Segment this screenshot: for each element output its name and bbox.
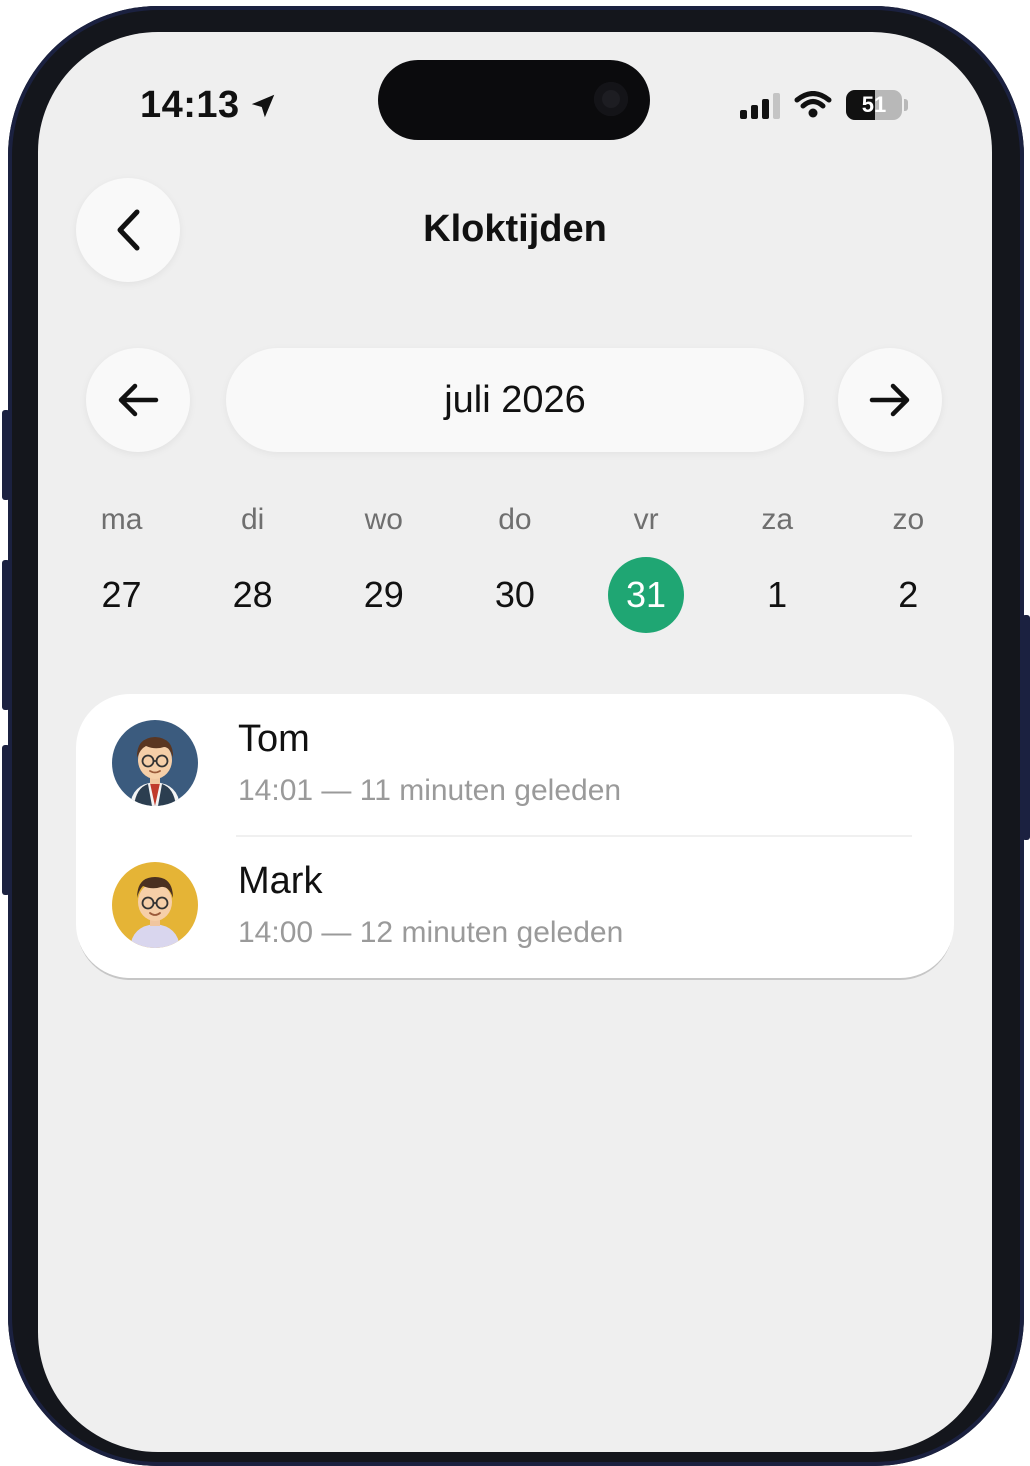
day-number[interactable]: 28 (215, 557, 291, 633)
app-screen: 14:13 51 Kloktijden juli 2026 ma 27 di 2… (38, 32, 992, 1452)
battery-icon: 51 (846, 90, 902, 120)
wifi-icon (794, 91, 832, 118)
phone-side-button (2, 410, 10, 500)
list-item[interactable]: Mark 14:00 — 12 minuten geleden (76, 836, 954, 978)
day-column[interactable]: di 28 (187, 498, 318, 633)
battery-nub (904, 99, 908, 111)
day-number[interactable]: 1 (739, 557, 815, 633)
next-month-button[interactable] (838, 348, 942, 452)
list-item[interactable]: Tom 14:01 — 11 minuten geleden (76, 694, 954, 837)
day-column[interactable]: zo 2 (843, 498, 974, 633)
battery-percentage: 51 (861, 92, 887, 117)
day-number[interactable]: 2 (870, 557, 946, 633)
month-selector[interactable]: juli 2026 (226, 348, 804, 452)
day-column[interactable]: vr 31 (581, 498, 712, 633)
day-name: do (498, 503, 532, 536)
camera-icon (594, 82, 628, 116)
location-arrow-icon (251, 94, 274, 117)
day-column[interactable]: ma 27 (56, 498, 187, 633)
phone-side-button (2, 560, 10, 710)
status-time-text: 14:13 (140, 84, 240, 126)
cellular-signal-icon (740, 91, 780, 119)
day-name: wo (364, 503, 403, 536)
arrow-left-icon (118, 383, 159, 417)
arrow-right-icon (869, 383, 910, 417)
day-name: zo (892, 503, 925, 536)
clock-time-detail: 14:01 — 11 minuten geleden (238, 774, 622, 807)
man-with-glasses-avatar-icon (112, 720, 198, 806)
man-with-glasses-avatar-icon (112, 862, 198, 948)
status-indicators: 51 (740, 90, 908, 120)
status-time: 14:13 (140, 84, 278, 127)
day-name: di (241, 503, 265, 536)
day-column[interactable]: wo 29 (318, 498, 449, 633)
employee-name: Tom (238, 718, 310, 760)
previous-month-button[interactable] (86, 348, 190, 452)
day-number[interactable]: 27 (84, 557, 160, 633)
avatar (112, 862, 198, 948)
dynamic-island (378, 60, 650, 140)
day-column[interactable]: do 30 (449, 498, 580, 633)
day-name: ma (100, 503, 143, 536)
day-number-selected[interactable]: 31 (608, 557, 685, 633)
clock-entries-card: Tom 14:01 — 11 minuten geleden Mark 14:0… (76, 694, 954, 978)
day-number[interactable]: 29 (346, 557, 422, 633)
day-name: vr (633, 503, 659, 536)
day-column[interactable]: za 1 (712, 498, 843, 633)
week-strip: ma 27 di 28 wo 29 do 30 vr 31 za 1 zo 2 (56, 498, 974, 633)
avatar (112, 720, 198, 806)
clock-time-detail: 14:00 — 12 minuten geleden (238, 916, 624, 949)
month-label: juli 2026 (444, 378, 586, 421)
day-name: za (761, 503, 794, 536)
day-number[interactable]: 30 (477, 557, 553, 633)
page-title: Kloktijden (423, 208, 607, 250)
employee-name: Mark (238, 860, 323, 902)
phone-side-button (2, 745, 10, 895)
phone-side-button (1022, 615, 1030, 840)
